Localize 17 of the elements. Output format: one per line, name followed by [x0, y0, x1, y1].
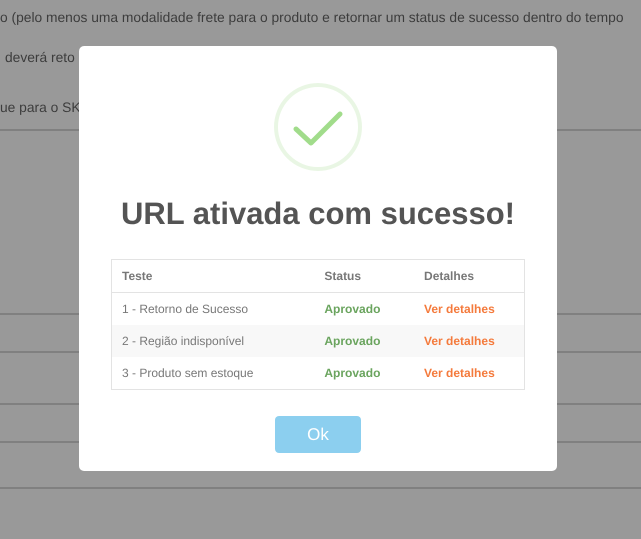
details-link[interactable]: Ver detalhes: [424, 302, 495, 316]
column-header: Detalhes: [414, 260, 524, 292]
table-cell: 3 - Produto sem estoque: [112, 357, 314, 390]
background-text: deverá reto: [4, 49, 76, 67]
status-cell: Aprovado: [314, 325, 414, 357]
background-text: ue para o SK: [0, 99, 82, 117]
column-header: Teste: [112, 260, 314, 292]
table-cell: 2 - Região indisponível: [112, 325, 314, 357]
background-text: o (pelo menos uma modalidade frete para o produto e retornar um status de sucesso dentro do tempo: [0, 9, 625, 27]
column-header: Status: [314, 260, 414, 292]
status-cell: Aprovado: [314, 357, 414, 390]
checkmark-icon: [273, 82, 363, 172]
status-cell: Aprovado: [314, 292, 414, 325]
dialog-title: URL ativada com sucesso!: [121, 196, 515, 232]
table-cell: 1 - Retorno de Sucesso: [112, 292, 314, 325]
ok-button[interactable]: Ok: [275, 416, 361, 453]
details-link[interactable]: Ver detalhes: [424, 366, 495, 380]
